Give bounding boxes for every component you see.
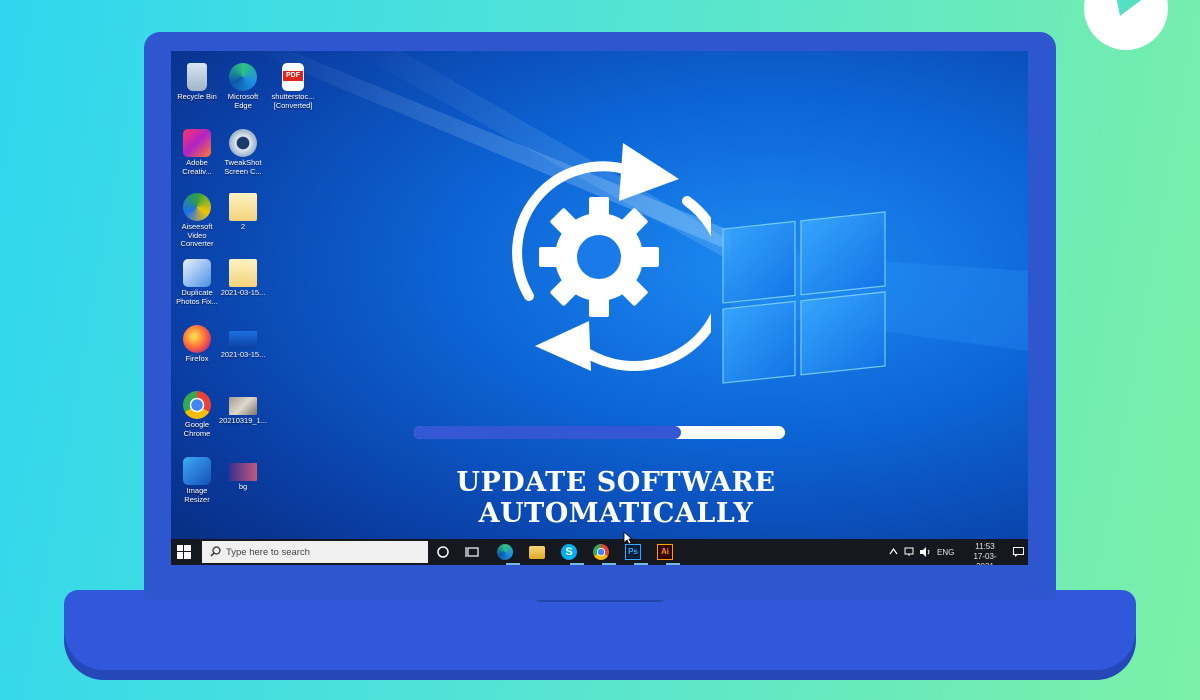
taskbar-edge-icon[interactable] [497, 544, 513, 560]
video-converter-icon [183, 193, 211, 221]
edge-active-indicator [506, 563, 520, 565]
recycle-bin-icon [187, 63, 207, 91]
update-progress-bar [414, 426, 785, 439]
update-gear-icon [491, 131, 731, 376]
clock-time: 11:53 [975, 542, 995, 551]
adobe-cc-icon [183, 129, 211, 157]
tweakshot-icon [229, 129, 257, 157]
desktop-icon-photo-20210319[interactable]: 20210319_1... [217, 391, 269, 426]
desktop-icon-folder-2021[interactable]: 2021-03-15... [217, 259, 269, 298]
pdf-file-icon: PDF [282, 63, 304, 91]
play-icon [1116, 0, 1142, 16]
play-badge[interactable] [1084, 0, 1168, 50]
desktop-icon-bg[interactable]: bg [217, 457, 269, 492]
image-file-icon [229, 463, 257, 481]
mouse-cursor-icon [623, 531, 633, 545]
chevron-up-icon[interactable] [889, 548, 898, 555]
folder-icon [229, 193, 257, 221]
headline: UPDATE SOFTWARE AUTOMATICALLY [456, 467, 776, 529]
desktop-icon-duplicate-photos[interactable]: Duplicate Photos Fix... [171, 259, 223, 306]
desktop-icon-screenshot-2021[interactable]: 2021-03-15... [217, 325, 269, 360]
illustrator-icon[interactable]: Ai [657, 544, 673, 560]
laptop-base [64, 590, 1136, 670]
notifications-icon[interactable] [1013, 547, 1024, 557]
clock[interactable]: 11:53 17-03-2021 [965, 542, 1005, 565]
skype-icon[interactable]: S [561, 544, 577, 560]
image-file-icon [229, 331, 257, 349]
desktop-icon-pdf-file[interactable]: PDF shutterstoc... [Converted] [267, 63, 319, 110]
image-resizer-icon [183, 457, 211, 485]
desktop-icon-video-converter[interactable]: Aiseesoft Video Converter [171, 193, 223, 249]
desktop-screen: Recycle Bin Microsoft Edge PDF shutterst… [171, 51, 1028, 565]
desktop-icon-folder-2[interactable]: 2 [217, 193, 269, 232]
file-explorer-icon[interactable] [529, 546, 545, 559]
volume-icon[interactable] [919, 547, 931, 557]
windows-start-icon[interactable] [177, 545, 191, 559]
cortana-icon[interactable] [435, 544, 451, 560]
photoshop-icon[interactable]: Ps [625, 544, 641, 560]
system-tray: ENG 11:53 17-03-2021 [883, 539, 1028, 565]
skype-active-indicator [570, 563, 584, 565]
illustrator-active-indicator [666, 563, 680, 565]
taskbar-chrome-icon[interactable] [593, 544, 609, 560]
network-icon[interactable] [903, 547, 915, 557]
language-indicator[interactable]: ENG [937, 548, 954, 557]
task-view-icon[interactable] [465, 544, 481, 560]
search-input[interactable] [226, 544, 416, 560]
desktop-icon-tweakshot[interactable]: TweakShot Screen C... [217, 129, 269, 176]
photoshop-active-indicator [634, 563, 648, 565]
taskbar: S Ps Ai ENG 11:53 17-03-2021 [171, 539, 1028, 565]
clock-date: 17-03-2021 [973, 552, 997, 565]
desktop-icon-microsoft-edge[interactable]: Microsoft Edge [217, 63, 269, 110]
taskbar-search-box[interactable] [202, 541, 428, 563]
image-file-icon [229, 397, 257, 415]
edge-icon [229, 63, 257, 91]
chrome-icon [183, 391, 211, 419]
desktop-icon-image-resizer[interactable]: Image Resizer [171, 457, 223, 504]
update-progress-fill [414, 426, 682, 439]
search-icon [210, 546, 221, 557]
firefox-icon [183, 325, 211, 353]
duplicate-photos-icon [183, 259, 211, 287]
folder-icon [229, 259, 257, 287]
pdf-badge: PDF [283, 71, 303, 81]
desktop-icon-adobe-creative-cloud[interactable]: Adobe Creativ... [171, 129, 223, 176]
desktop-icon-firefox[interactable]: Firefox [171, 325, 223, 364]
chrome-active-indicator [602, 563, 616, 565]
desktop-icon-google-chrome[interactable]: Google Chrome [171, 391, 223, 438]
desktop-icon-recycle-bin[interactable]: Recycle Bin [171, 63, 223, 102]
